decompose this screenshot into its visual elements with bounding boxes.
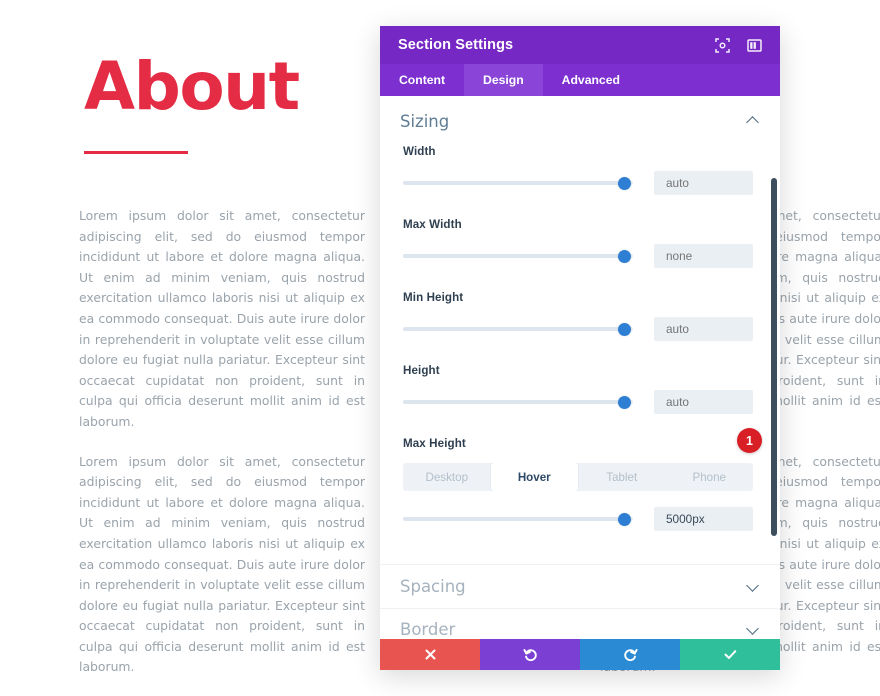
screen: About Lorem ipsum dolor sit amet, consec… — [0, 0, 880, 696]
field-max-height: Max Height Desktop Hover Tablet Phone — [380, 433, 780, 531]
max-width-slider[interactable] — [403, 247, 633, 265]
layout-columns-icon[interactable] — [747, 38, 762, 53]
chevron-up-icon[interactable] — [746, 117, 760, 126]
responsive-tabs: Desktop Hover Tablet Phone — [403, 463, 753, 491]
modal-header-actions — [715, 37, 762, 53]
slider-row — [403, 390, 757, 414]
modal-scrollbar[interactable] — [771, 178, 777, 536]
slider-handle[interactable] — [618, 177, 631, 190]
field-max-width: Max Width — [380, 214, 780, 268]
text-column-left: Lorem ipsum dolor sit amet, consectetur … — [79, 206, 365, 696]
field-label: Height — [403, 364, 440, 377]
chevron-down-icon[interactable] — [746, 582, 760, 591]
max-height-slider[interactable] — [403, 510, 633, 528]
width-slider[interactable] — [403, 174, 633, 192]
save-button[interactable] — [680, 639, 780, 670]
slider-handle[interactable] — [618, 513, 631, 526]
field-height: Height — [380, 360, 780, 414]
field-min-height: Min Height — [380, 287, 780, 341]
section-settings-modal: Section Settings Content Design Advanced… — [380, 26, 780, 670]
height-slider[interactable] — [403, 393, 633, 411]
field-label: Max Width — [403, 218, 462, 231]
modal-body: Sizing Width Max Width — [380, 96, 780, 639]
sizing-section-header[interactable]: Sizing — [380, 96, 780, 141]
field-label: Width — [403, 145, 436, 158]
slider-fill — [403, 254, 621, 258]
paragraph: Lorem ipsum dolor sit amet, consectetur … — [79, 453, 365, 675]
undo-icon — [522, 647, 538, 662]
modal-footer — [380, 639, 780, 670]
slider-row — [403, 244, 757, 268]
max-width-input[interactable] — [654, 244, 753, 268]
accordion-label: Border — [400, 620, 456, 639]
modal-tabs: Content Design Advanced — [380, 64, 780, 96]
title-divider — [84, 151, 188, 154]
tab-design[interactable]: Design — [464, 64, 543, 96]
undo-button[interactable] — [480, 639, 580, 670]
slider-handle[interactable] — [618, 396, 631, 409]
slider-row — [403, 507, 757, 531]
responsive-tab-desktop[interactable]: Desktop — [403, 463, 491, 491]
width-input[interactable] — [654, 171, 753, 195]
redo-icon — [623, 647, 638, 662]
slider-row — [403, 171, 757, 195]
cancel-button[interactable] — [380, 639, 480, 670]
responsive-tab-phone[interactable]: Phone — [666, 463, 754, 491]
slider-row — [403, 317, 757, 341]
field-label: Max Height — [403, 437, 466, 450]
accordion-border[interactable]: Border — [380, 607, 780, 639]
min-height-slider[interactable] — [403, 320, 633, 338]
accordion-label: Spacing — [400, 576, 466, 596]
field-label: Min Height — [403, 291, 464, 304]
page-title: About — [84, 48, 300, 125]
slider-fill — [403, 327, 621, 331]
slider-fill — [403, 181, 621, 185]
sizing-section-title: Sizing — [400, 112, 450, 131]
field-width: Width — [380, 141, 780, 195]
tab-advanced[interactable]: Advanced — [543, 64, 639, 96]
responsive-tab-tablet[interactable]: Tablet — [578, 463, 666, 491]
chevron-down-icon[interactable] — [746, 625, 760, 634]
max-height-input[interactable] — [654, 507, 753, 531]
slider-handle[interactable] — [618, 323, 631, 336]
slider-fill — [403, 400, 621, 404]
focus-icon[interactable] — [715, 37, 730, 53]
check-icon — [723, 647, 738, 662]
redo-button[interactable] — [580, 639, 680, 670]
accordion-spacing[interactable]: Spacing — [380, 564, 780, 608]
modal-header: Section Settings — [380, 26, 780, 64]
slider-fill — [403, 517, 621, 521]
step-badge-1: 1 — [737, 428, 762, 453]
slider-handle[interactable] — [618, 250, 631, 263]
height-input[interactable] — [654, 390, 753, 414]
paragraph: Lorem ipsum dolor sit amet, consectetur … — [79, 208, 365, 429]
modal-title: Section Settings — [398, 37, 514, 53]
close-icon — [424, 648, 437, 661]
tab-content[interactable]: Content — [380, 64, 464, 96]
responsive-tab-hover[interactable]: Hover — [490, 463, 578, 491]
min-height-input[interactable] — [654, 317, 753, 341]
